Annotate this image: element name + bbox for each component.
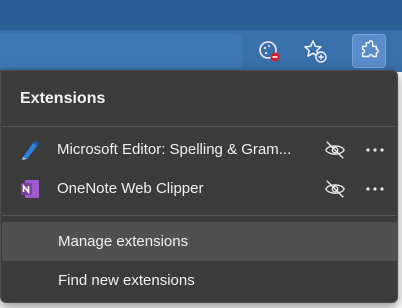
extensions-menu: Extensions Microsoft Editor: Spelling & … [0, 70, 398, 303]
extensions-button[interactable] [352, 34, 386, 68]
eye-off-icon [325, 180, 345, 198]
address-bar[interactable] [0, 34, 242, 68]
extension-row-onenote[interactable]: OneNote Web Clipper [1, 169, 397, 209]
find-new-extensions-item[interactable]: Find new extensions [2, 261, 397, 300]
manage-extensions-label: Manage extensions [58, 233, 189, 250]
menu-divider [2, 215, 397, 216]
more-icon [366, 187, 384, 191]
onenote-icon [21, 180, 39, 198]
extension-row-microsoft-editor[interactable]: Microsoft Editor: Spelling & Gram... [1, 130, 397, 170]
menu-divider [2, 126, 397, 127]
add-favorite-icon [304, 40, 327, 63]
more-icon [366, 148, 384, 152]
add-favorite-button[interactable] [298, 34, 332, 68]
extension-name: OneNote Web Clipper [57, 180, 204, 197]
more-options-button[interactable] [363, 138, 387, 162]
microsoft-editor-icon [22, 140, 39, 160]
tracking-prevention-button[interactable] [252, 34, 286, 68]
more-options-button[interactable] [363, 177, 387, 201]
hide-from-toolbar-button[interactable] [323, 138, 347, 162]
menu-title: Extensions [20, 90, 106, 107]
find-new-extensions-label: Find new extensions [58, 272, 195, 289]
eye-off-icon [325, 141, 345, 159]
manage-extensions-item[interactable]: Manage extensions [2, 222, 397, 261]
extension-name: Microsoft Editor: Spelling & Gram... [57, 141, 292, 158]
extensions-icon [361, 40, 379, 58]
cookie-blocked-icon [259, 41, 280, 62]
hide-from-toolbar-button[interactable] [323, 177, 347, 201]
title-strip [0, 0, 402, 30]
